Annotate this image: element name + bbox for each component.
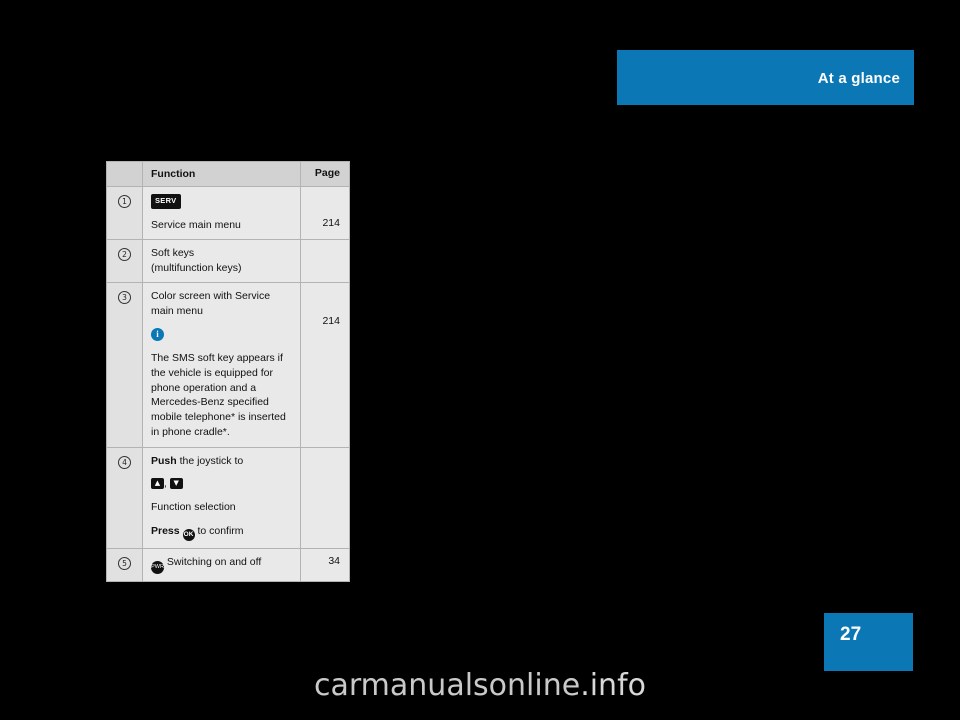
row-marker: 2 <box>107 240 143 283</box>
callout-number-5: 5 <box>118 556 131 570</box>
table-row: 1 SERV Service main menu 214 <box>107 187 349 241</box>
info-note-block: i <box>151 327 292 342</box>
callout-number-3: 3 <box>118 291 131 305</box>
watermark: carmanualsonline.info <box>0 668 960 703</box>
row-marker: 3 <box>107 283 143 448</box>
function-selection-text: Function selection <box>151 501 236 514</box>
row-function-cell: PWR Switching on and off <box>143 548 301 581</box>
press-label: Press <box>151 524 180 537</box>
row-page-cell: 34 <box>328 554 340 567</box>
push-instruction: Push the joystick to <box>151 454 292 468</box>
power-key-icon: PWR <box>151 560 164 574</box>
watermark-suffix: .info <box>580 668 646 703</box>
ok-key-icon: OK <box>182 528 195 541</box>
function-table: Function Page 1 SERV Service main menu 2… <box>106 161 350 582</box>
row-page-cell <box>301 448 349 547</box>
info-note-text: The SMS soft key appears if the vehicle … <box>151 351 286 439</box>
row-function-cell: Push the joystick to ▲, ▼ Function selec… <box>143 448 301 548</box>
row-page-cell: 214 <box>301 283 349 447</box>
column-header-page: Page <box>314 167 340 179</box>
watermark-text: carmanualsonline <box>314 668 581 703</box>
serv-badge-icon: SERV <box>151 194 181 209</box>
table-row: 4 Push the joystick to ▲, ▼ Function sel… <box>107 448 349 549</box>
row-function-text-line1: Soft keys <box>151 247 195 260</box>
header-banner: At a glance <box>617 50 914 105</box>
row-function-text-line2: main menu <box>151 304 203 317</box>
page-title: At a glance <box>817 70 900 87</box>
row-marker: 5 <box>107 548 143 581</box>
row-function-cell: Color screen with Service main menu i Th… <box>143 283 301 448</box>
table-row: 3 Color screen with Service main menu i … <box>107 283 349 449</box>
page-number-box: 27 <box>824 613 913 671</box>
push-rest: the joystick to <box>176 455 244 468</box>
callout-number-2: 2 <box>118 248 131 262</box>
arrow-up-icon: ▲ <box>151 478 164 490</box>
column-header-function: Function <box>143 162 301 187</box>
column-header-number <box>107 162 143 187</box>
press-instruction: Press OK to confirm <box>151 515 292 541</box>
joystick-arrow-keys: ▲, ▼ <box>151 469 292 491</box>
row-function-text: Service main menu <box>151 218 241 231</box>
row-function-text-line2: (multifunction keys) <box>151 261 242 274</box>
row-function-text: Switching on and off <box>166 555 262 568</box>
push-label: Push <box>151 455 177 468</box>
row-page-number: 214 <box>322 217 340 230</box>
table-row: 2 Soft keys (multifunction keys) <box>107 240 349 284</box>
arrow-down-icon: ▼ <box>169 478 183 490</box>
row-marker: 4 <box>107 448 143 548</box>
row-page-cell <box>301 240 349 282</box>
row-function-cell: SERV Service main menu <box>143 187 301 240</box>
table-row: 5 PWR Switching on and off 34 <box>107 548 349 581</box>
row-page-cell: 214 <box>301 187 349 239</box>
row-page-number: 214 <box>322 315 340 328</box>
info-icon: i <box>151 328 164 342</box>
arrow-separator: , <box>164 477 167 489</box>
callout-number-4: 4 <box>118 456 131 470</box>
row-function-cell: Soft keys (multifunction keys) <box>143 240 301 283</box>
press-rest: to confirm <box>194 524 244 537</box>
callout-number-1: 1 <box>118 195 131 209</box>
page-number: 27 <box>840 624 862 645</box>
row-function-text-line1: Color screen with Service <box>151 290 271 303</box>
row-marker: 1 <box>107 187 143 240</box>
table-header-row: Function Page <box>107 162 349 188</box>
